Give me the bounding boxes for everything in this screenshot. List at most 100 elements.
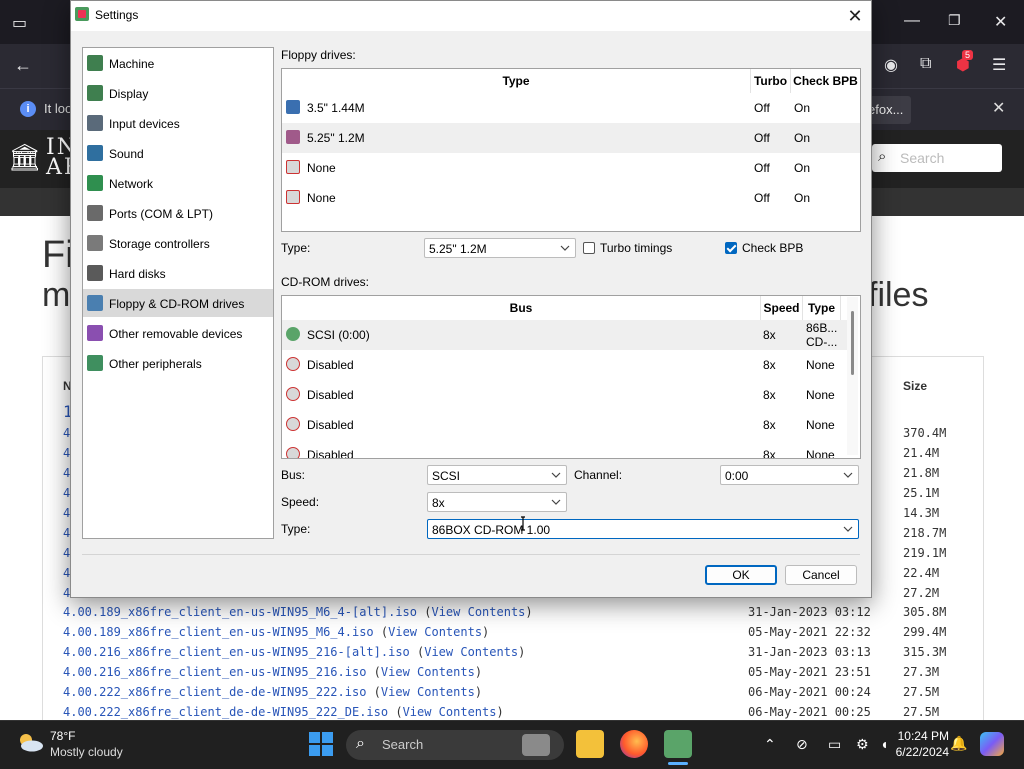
file-link[interactable]: 4.00.189_x86fre_client_en-us-WIN95_M6_4-… bbox=[63, 605, 417, 619]
check-bpb-checkbox[interactable] bbox=[725, 242, 737, 254]
nav-item[interactable]: Machine bbox=[83, 49, 273, 77]
view-contents-link[interactable]: View Contents bbox=[388, 625, 482, 639]
floppy-type-header[interactable]: Type bbox=[282, 69, 751, 93]
clock-time[interactable]: 10:24 PM bbox=[893, 729, 949, 743]
cdrom-disabled-icon bbox=[286, 357, 300, 371]
check-bpb-label[interactable]: Check BPB bbox=[742, 241, 803, 255]
minimize-icon[interactable]: — bbox=[904, 12, 920, 30]
turbo-timings-checkbox[interactable] bbox=[583, 242, 595, 254]
view-contents-link[interactable]: View Contents bbox=[381, 685, 475, 699]
accessibility-icon[interactable]: ⚙ bbox=[856, 736, 869, 753]
view-contents-link[interactable]: View Contents bbox=[424, 645, 518, 659]
view-contents-link[interactable]: View Contents bbox=[403, 705, 497, 719]
nav-item[interactable]: Network bbox=[83, 169, 273, 197]
tray-overflow-icon[interactable]: ⌃ bbox=[764, 736, 776, 753]
dialog-titlebar[interactable]: Settings ✕ bbox=[71, 1, 871, 31]
restore-icon[interactable]: ❐ bbox=[948, 12, 961, 29]
cdrom-row[interactable]: Disabled 8x None bbox=[282, 380, 848, 410]
mouse-cursor-icon bbox=[521, 516, 525, 531]
speed-select[interactable]: 8x bbox=[427, 492, 567, 512]
file-link[interactable]: 4.00.216_x86fre_client_en-us-WIN95_216-[… bbox=[63, 645, 410, 659]
nav-item[interactable]: Display bbox=[83, 79, 273, 107]
cancel-button[interactable]: Cancel bbox=[785, 565, 857, 585]
storage-controllers-icon bbox=[87, 235, 103, 251]
cdrom-row[interactable]: Disabled 8x None bbox=[282, 440, 848, 458]
nav-item[interactable]: Sound bbox=[83, 139, 273, 167]
archive-logo-icon[interactable]: 🏛 bbox=[8, 142, 41, 174]
cdrom-type-cell: None bbox=[806, 388, 835, 402]
notification-close-icon[interactable]: ✕ bbox=[992, 98, 1005, 118]
notification-bell-icon[interactable]: 🔔 bbox=[950, 735, 967, 752]
cdrom-row[interactable]: Disabled 8x None bbox=[282, 350, 848, 380]
floppy-row[interactable]: None Off On bbox=[282, 183, 860, 213]
copilot-icon[interactable] bbox=[980, 732, 1004, 756]
file-size: 22.4M bbox=[903, 566, 940, 580]
floppy-row[interactable]: 5.25" 1.2M Off On bbox=[282, 123, 860, 153]
floppy-cdrom-icon bbox=[87, 295, 103, 311]
page-title-line2: m bbox=[42, 276, 71, 314]
cdrom-bus-cell: Disabled bbox=[307, 358, 354, 372]
floppy-bpb-header[interactable]: Check BPB bbox=[791, 69, 860, 93]
cdrom-speed-header[interactable]: Speed bbox=[761, 296, 803, 320]
file-link[interactable]: 4.00.216_x86fre_client_en-us-WIN95_216.i… bbox=[63, 665, 366, 679]
floppy-type-select[interactable]: 5.25" 1.2M bbox=[424, 238, 576, 258]
cdrom-bus-header[interactable]: Bus bbox=[282, 296, 761, 320]
weather-temperature[interactable]: 78°F bbox=[50, 729, 75, 743]
floppy-turbo-header[interactable]: Turbo bbox=[751, 69, 791, 93]
cdrom-disabled-icon bbox=[286, 447, 300, 458]
weather-cloud-icon[interactable] bbox=[16, 732, 44, 752]
turbo-timings-label[interactable]: Turbo timings bbox=[600, 241, 672, 255]
column-size-header[interactable]: Size bbox=[903, 379, 927, 393]
site-search-input[interactable]: ⌕ Search bbox=[872, 144, 1002, 172]
file-size: 218.7M bbox=[903, 526, 947, 540]
channel-select[interactable]: 0:00 bbox=[720, 465, 859, 485]
back-icon[interactable]: ← bbox=[14, 55, 32, 76]
file-link[interactable]: 4.00.222_x86fre_client_de-de-WIN95_222_D… bbox=[63, 705, 388, 719]
paren-open: ( bbox=[373, 625, 389, 639]
account-icon[interactable]: ◉ bbox=[884, 55, 898, 75]
nav-item[interactable]: Input devices bbox=[83, 109, 273, 137]
ports-icon bbox=[87, 205, 103, 221]
display-icon bbox=[87, 85, 103, 101]
display-icon[interactable]: ▭ bbox=[828, 736, 841, 753]
no-network-icon[interactable]: ⊘ bbox=[796, 736, 808, 753]
file-size: 315.3M bbox=[903, 645, 947, 659]
floppy-row[interactable]: None Off On bbox=[282, 153, 860, 183]
file-link[interactable]: 4.00.222_x86fre_client_de-de-WIN95_222.i… bbox=[63, 685, 366, 699]
file-explorer-icon[interactable] bbox=[576, 730, 604, 758]
ok-button[interactable]: OK bbox=[705, 565, 777, 585]
floppy-drive-list[interactable]: Type Turbo Check BPB 3.5" 1.44M Off On 5.25… bbox=[281, 68, 861, 232]
firefox-icon[interactable] bbox=[620, 730, 648, 758]
clock-date[interactable]: 6/22/2024 bbox=[883, 745, 949, 759]
window-close-icon[interactable]: ✕ bbox=[994, 12, 1007, 32]
cdrom-type-select[interactable]: 86BOX CD-ROM 1.00 bbox=[427, 519, 859, 539]
nav-item-label: Other peripherals bbox=[109, 357, 202, 371]
86box-icon[interactable] bbox=[664, 730, 692, 758]
cdrom-row[interactable]: SCSI (0:00) 8x 86B... CD-... bbox=[282, 320, 848, 350]
tab-list-icon[interactable]: ▭ bbox=[12, 13, 27, 33]
floppy-row[interactable]: 3.5" 1.44M Off On bbox=[282, 93, 860, 123]
menu-icon[interactable]: ☰ bbox=[992, 55, 1006, 75]
cdrom-drive-list[interactable]: Bus Speed Type SCSI (0:00) 8x 86B... CD-...… bbox=[281, 295, 861, 459]
cdrom-list-scrollbar[interactable] bbox=[847, 297, 858, 455]
nav-item[interactable]: Other peripherals bbox=[83, 349, 273, 377]
nav-item[interactable]: Other removable devices bbox=[83, 319, 273, 347]
nav-item[interactable]: Ports (COM & LPT) bbox=[83, 199, 273, 227]
nav-item[interactable]: Hard disks bbox=[83, 259, 273, 287]
nav-item[interactable]: Storage controllers bbox=[83, 229, 273, 257]
cdrom-row[interactable]: Disabled 8x None bbox=[282, 410, 848, 440]
extensions-icon[interactable]: ⧉ bbox=[920, 55, 931, 73]
taskbar-search[interactable]: ⌕ Search bbox=[346, 730, 564, 760]
close-icon[interactable]: ✕ bbox=[841, 4, 869, 28]
file-size: 27.3M bbox=[903, 665, 940, 679]
start-button[interactable] bbox=[309, 732, 333, 756]
view-contents-link[interactable]: View Contents bbox=[381, 665, 475, 679]
cdrom-type-header[interactable]: Type bbox=[803, 296, 841, 320]
page-title-line2-tail: files bbox=[868, 276, 929, 314]
weather-description[interactable]: Mostly cloudy bbox=[50, 745, 123, 759]
file-date: 31-Jan-2023 03:12 bbox=[748, 605, 871, 619]
file-link[interactable]: 4.00.189_x86fre_client_en-us-WIN95_M6_4.… bbox=[63, 625, 374, 639]
nav-item[interactable]: Floppy & CD-ROM drives bbox=[83, 289, 273, 317]
bus-select[interactable]: SCSI bbox=[427, 465, 567, 485]
view-contents-link[interactable]: View Contents bbox=[431, 605, 525, 619]
